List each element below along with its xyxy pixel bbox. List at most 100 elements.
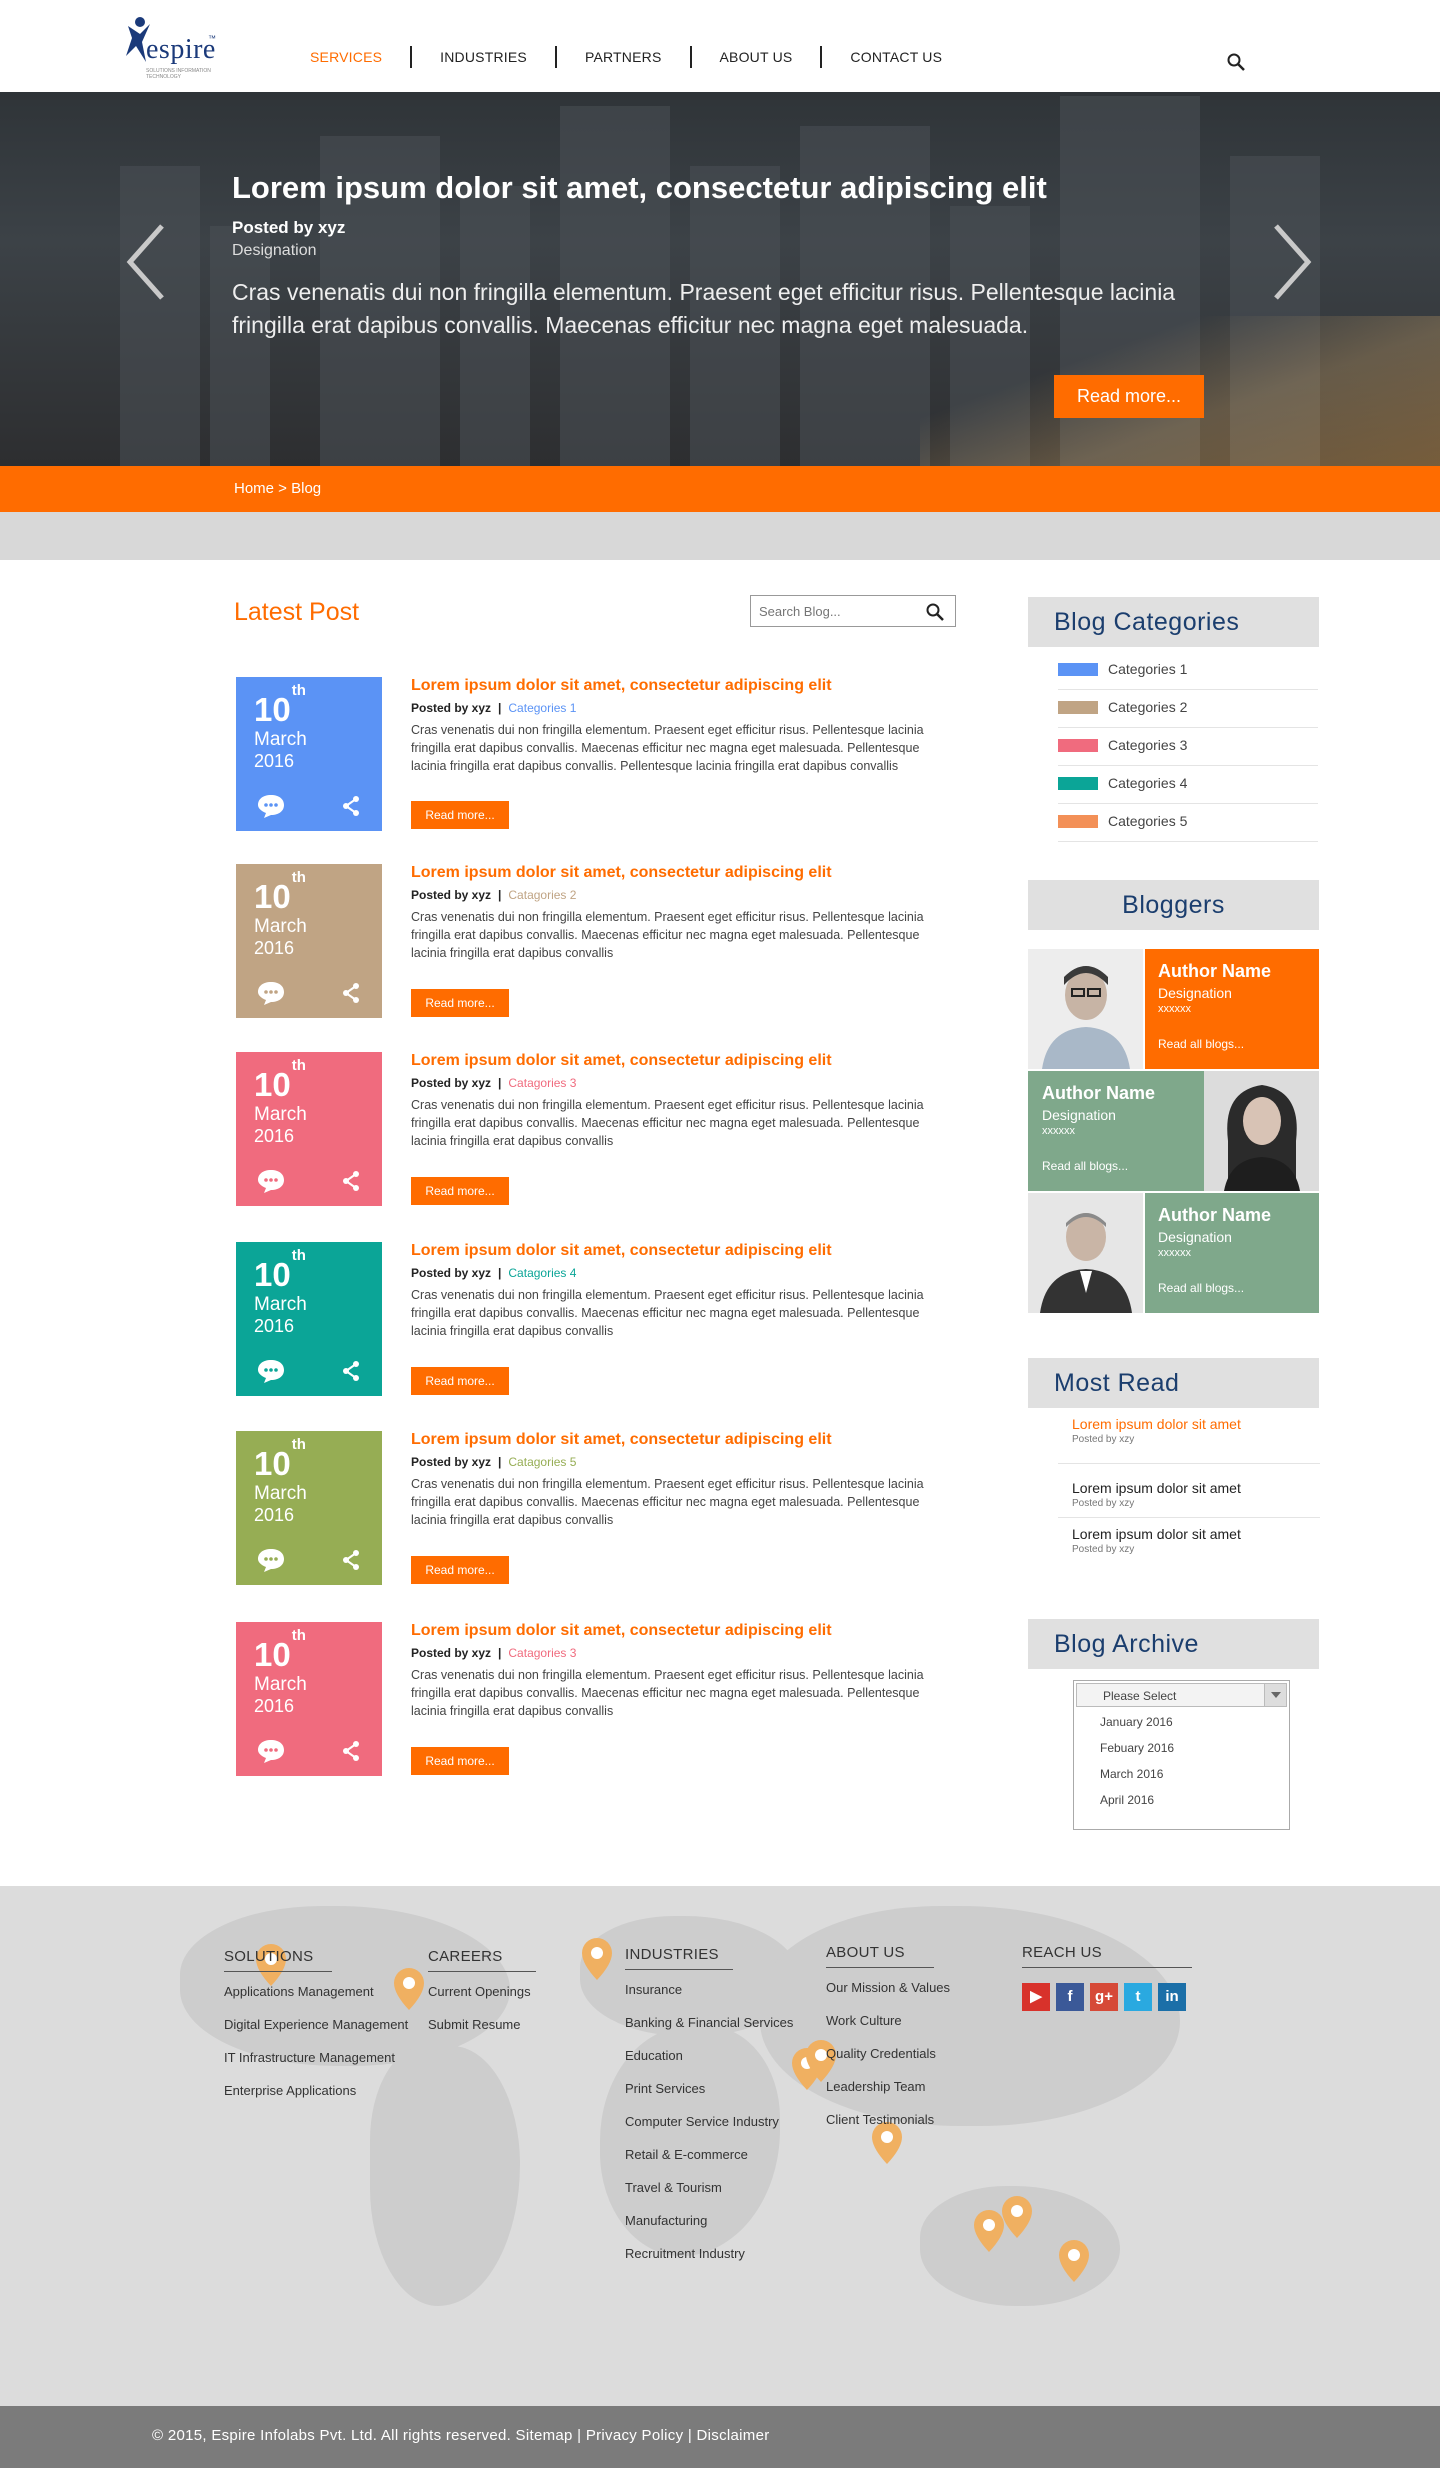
post-title[interactable]: Lorem ipsum dolor sit amet, consectetur … [411, 1242, 832, 1260]
footer-link[interactable]: Computer Service Industry [625, 2112, 793, 2145]
footer-link[interactable]: Enterprise Applications [224, 2081, 408, 2114]
nav-contact-us[interactable]: CONTACT US [820, 46, 970, 68]
most-read-item[interactable]: Lorem ipsum dolor sit amet Posted by xzy [1058, 1470, 1320, 1518]
twitter-icon[interactable]: t [1124, 1983, 1152, 2011]
post-category[interactable]: Catagories 2 [508, 888, 576, 902]
footer-link[interactable]: IT Infrastructure Management [224, 2048, 408, 2081]
youtube-icon[interactable]: ▶ [1022, 1983, 1050, 2011]
category-item[interactable]: Categories 5 [1058, 804, 1318, 842]
footer-link[interactable]: Digital Experience Management [224, 2015, 408, 2048]
read-more-button[interactable]: Read more... [411, 801, 509, 829]
category-item[interactable]: Categories 4 [1058, 766, 1318, 804]
post-title[interactable]: Lorem ipsum dolor sit amet, consectetur … [411, 1431, 832, 1449]
category-item[interactable]: Categories 2 [1058, 690, 1318, 728]
comment-icon[interactable] [256, 793, 286, 819]
share-icon[interactable] [340, 982, 362, 1004]
post-category[interactable]: Catagories 4 [508, 1266, 576, 1280]
map-pin-icon [582, 1938, 612, 1980]
comment-icon[interactable] [256, 1358, 286, 1384]
footer-link[interactable]: Recruitment Industry [625, 2244, 793, 2277]
post-category[interactable]: Catagories 3 [508, 1076, 576, 1090]
post-title[interactable]: Lorem ipsum dolor sit amet, consectetur … [411, 677, 832, 695]
category-label: Categories 2 [1108, 699, 1188, 715]
share-icon[interactable] [340, 795, 362, 817]
share-icon[interactable] [340, 1360, 362, 1382]
comment-icon[interactable] [256, 1547, 286, 1573]
post-category[interactable]: Catagories 5 [508, 1455, 576, 1469]
share-icon[interactable] [340, 1170, 362, 1192]
footer-link[interactable]: Applications Management [224, 1982, 408, 2015]
post-title[interactable]: Lorem ipsum dolor sit amet, consectetur … [411, 1052, 832, 1070]
footer-link[interactable]: Quality Credentials [826, 2044, 950, 2077]
share-icon[interactable] [340, 1740, 362, 1762]
archive-option[interactable]: January 2016 [1100, 1715, 1173, 1729]
footer-link[interactable]: Our Mission & Values [826, 1978, 950, 2011]
footer-link[interactable]: Client Testimonials [826, 2110, 950, 2143]
post-date-tile[interactable]: 10th March 2016 [236, 1242, 382, 1396]
footer-link[interactable]: Manufacturing [625, 2211, 793, 2244]
post-title[interactable]: Lorem ipsum dolor sit amet, consectetur … [411, 864, 832, 882]
read-all-blogs-link[interactable]: Read all blogs... [1158, 1281, 1244, 1295]
archive-dropdown[interactable]: Please Select January 2016 Febuary 2016 … [1073, 1680, 1290, 1830]
category-item[interactable]: Categories 3 [1058, 728, 1318, 766]
comment-icon[interactable] [256, 1738, 286, 1764]
footer-link[interactable]: Insurance [625, 1980, 793, 2013]
comment-icon[interactable] [256, 980, 286, 1006]
share-icon[interactable] [340, 1549, 362, 1571]
nav-industries[interactable]: INDUSTRIES [410, 46, 555, 68]
footer-link[interactable]: Travel & Tourism [625, 2178, 793, 2211]
blogger-card[interactable]: Author Name Designation xxxxxx Read all … [1028, 1193, 1319, 1313]
comment-icon[interactable] [256, 1168, 286, 1194]
footer-link[interactable]: Submit Resume [428, 2015, 536, 2048]
nav-services[interactable]: SERVICES [290, 46, 410, 68]
post-date-tile[interactable]: 10th March 2016 [236, 1622, 382, 1776]
read-more-button[interactable]: Read more... [411, 989, 509, 1017]
category-item[interactable]: Categories 1 [1058, 652, 1318, 690]
post-date-tile[interactable]: 10th March 2016 [236, 1431, 382, 1585]
post-date-tile[interactable]: 10th March 2016 [236, 864, 382, 1018]
footer-link[interactable]: Retail & E-commerce [625, 2145, 793, 2178]
copyright-text[interactable]: © 2015, Espire Infolabs Pvt. Ltd. All ri… [152, 2427, 770, 2444]
footer-column-about-us: ABOUT US Our Mission & Values Work Culture… [826, 1944, 950, 2143]
read-all-blogs-link[interactable]: Read all blogs... [1042, 1159, 1128, 1173]
linkedin-icon[interactable]: in [1158, 1983, 1186, 2011]
nav-partners[interactable]: PARTNERS [554, 46, 690, 68]
search-icon[interactable] [1226, 52, 1246, 72]
facebook-icon[interactable]: f [1056, 1983, 1084, 2011]
blogger-card[interactable]: Author Name Designation xxxxxx Read all … [1028, 1071, 1319, 1191]
footer-link[interactable]: Banking & Financial Services [625, 2013, 793, 2046]
archive-option[interactable]: March 2016 [1100, 1767, 1163, 1781]
post-date-tile[interactable]: 10th March 2016 [236, 1052, 382, 1206]
hero-read-more-button[interactable]: Read more... [1054, 375, 1204, 418]
blog-search-input[interactable] [759, 601, 909, 621]
most-read-item[interactable]: Lorem ipsum dolor sit amet Posted by xzy [1058, 1516, 1320, 1564]
post-date-tile[interactable]: 10th March 2016 [236, 677, 382, 831]
breadcrumb[interactable]: Home > Blog [234, 480, 321, 497]
read-all-blogs-link[interactable]: Read all blogs... [1158, 1037, 1244, 1051]
archive-option[interactable]: Febuary 2016 [1100, 1741, 1174, 1755]
espire-logo[interactable]: espire ™ SOLUTIONS INFORMATION TECHNOLOG… [124, 14, 224, 80]
footer-link[interactable]: Work Culture [826, 2011, 950, 2044]
prev-slide-icon[interactable] [124, 222, 168, 302]
blogger-card[interactable]: Author Name Designation xxxxxx Read all … [1028, 949, 1319, 1069]
footer-link[interactable]: Education [625, 2046, 793, 2079]
read-more-button[interactable]: Read more... [411, 1556, 509, 1584]
read-more-button[interactable]: Read more... [411, 1367, 509, 1395]
archive-select[interactable]: Please Select [1076, 1683, 1287, 1707]
blog-post: 10th March 2016 Lorem ipsum dolor sit am… [236, 677, 956, 831]
next-slide-icon[interactable] [1270, 222, 1314, 302]
footer-link[interactable]: Print Services [625, 2079, 793, 2112]
most-read-item[interactable]: Lorem ipsum dolor sit amet Posted by xzy [1058, 1416, 1320, 1464]
nav-about-us[interactable]: ABOUT US [689, 46, 821, 68]
post-category[interactable]: Catagories 3 [508, 1646, 576, 1660]
footer-link[interactable]: Leadership Team [826, 2077, 950, 2110]
post-title[interactable]: Lorem ipsum dolor sit amet, consectetur … [411, 1622, 832, 1640]
read-more-button[interactable]: Read more... [411, 1177, 509, 1205]
chevron-down-icon[interactable] [1264, 1684, 1286, 1706]
search-icon[interactable] [925, 602, 945, 622]
googleplus-icon[interactable]: g+ [1090, 1983, 1118, 2011]
archive-option[interactable]: April 2016 [1100, 1793, 1154, 1807]
footer-link[interactable]: Current Openings [428, 1982, 536, 2015]
read-more-button[interactable]: Read more... [411, 1747, 509, 1775]
post-category[interactable]: Categories 1 [508, 701, 576, 715]
